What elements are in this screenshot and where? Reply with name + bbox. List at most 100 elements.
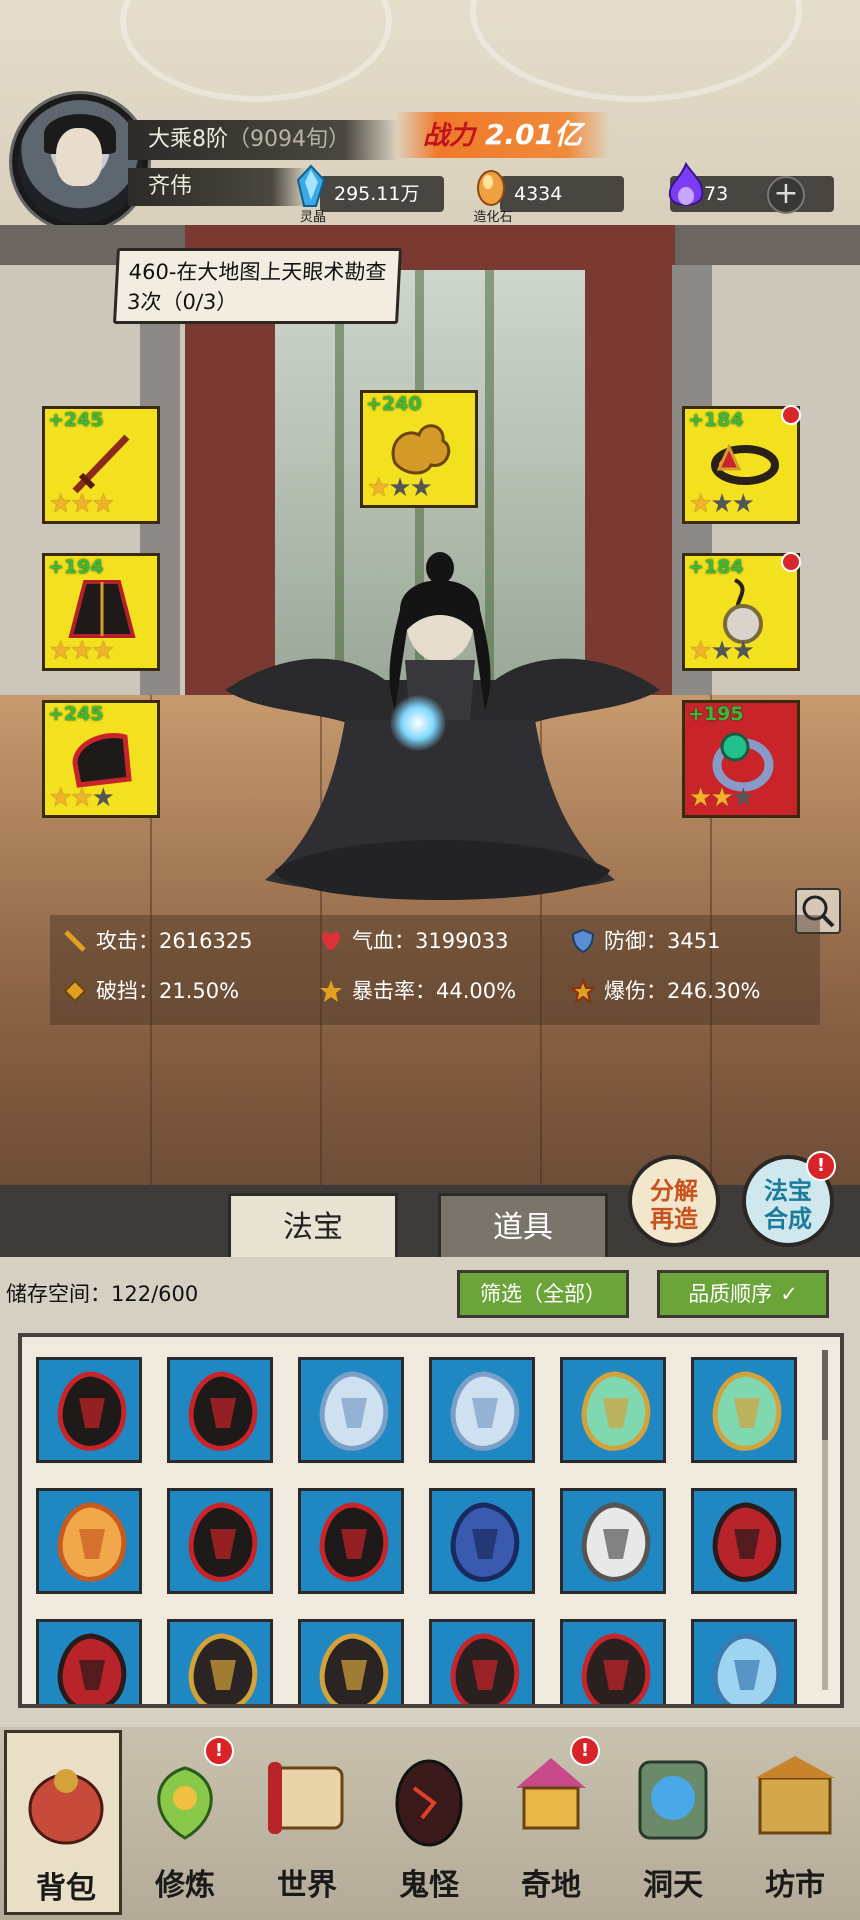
nav-item-pagoda[interactable]: 奇地! [492, 1730, 610, 1915]
red-robe-icon [319, 1502, 389, 1582]
dark-boots-icon [581, 1633, 651, 1704]
star-empty-icon: ★ [710, 636, 733, 666]
inventory-item[interactable] [429, 1488, 535, 1594]
inventory-item[interactable] [298, 1488, 404, 1594]
inventory-item[interactable] [36, 1619, 142, 1704]
equip-slot-robe[interactable]: +194 ★★★ [42, 553, 160, 671]
stat-break-block: 破挡：21.50% [62, 973, 239, 1009]
inventory-item[interactable] [691, 1619, 797, 1704]
bag-icon [28, 1769, 104, 1845]
cloud-decoration [470, 0, 802, 102]
crit-damage-icon [570, 978, 596, 1004]
nav-item-bag[interactable]: 背包 [4, 1730, 122, 1915]
tab-magic-treasure[interactable]: 法宝 [228, 1193, 398, 1257]
slot-bonus: +195 [688, 703, 744, 725]
resource-purple-flame[interactable]: 73 [668, 162, 834, 212]
stat-label: 防御： [604, 929, 667, 953]
power-label: 战力 [422, 121, 475, 151]
crystal-boots-icon [712, 1633, 782, 1704]
stat-value: 44.00% [436, 979, 517, 1003]
stat-label: 攻击： [96, 929, 159, 953]
inventory-item[interactable] [298, 1619, 404, 1704]
stats-panel: 攻击：2616325 气血：3199033 防御：3451 破挡：21.50% … [50, 915, 820, 1025]
star-empty-icon: ★ [91, 783, 115, 813]
nav-label: 背包 [36, 1871, 96, 1906]
notification-dot [781, 405, 801, 425]
equip-slot-weapon[interactable]: +245 ★★★ [42, 406, 160, 524]
ice-sword-icon [450, 1371, 520, 1451]
stat-label: 破挡： [96, 979, 159, 1003]
alert-badge: ! [204, 1736, 234, 1766]
equip-slot-boots[interactable]: +245 ★★★ [42, 700, 160, 818]
synthesize-button[interactable]: 法宝合成 ! [742, 1151, 836, 1247]
slot-bonus: +245 [48, 703, 104, 725]
inventory-item[interactable] [298, 1357, 404, 1463]
quest-banner[interactable]: 460-在大地图上天眼术勘查3次（0/3） [113, 248, 402, 324]
equip-slot-headband[interactable]: +184 ★★★ [682, 405, 801, 524]
nav-item-lotus[interactable]: 修炼! [126, 1730, 244, 1915]
jade-fan-icon [581, 1371, 651, 1451]
star-rating: ★★★ [689, 636, 755, 666]
star-rating: ★★★ [49, 636, 115, 666]
dark-gauntlet-icon [57, 1371, 127, 1451]
star-filled-icon: ★ [49, 783, 72, 813]
star-filled-icon: ★ [70, 636, 93, 666]
stat-value: 3451 [667, 929, 721, 953]
inventory-item[interactable] [691, 1488, 797, 1594]
equip-slot-ring[interactable]: +195 ★★★ [682, 700, 800, 818]
inventory-item[interactable] [36, 1357, 142, 1463]
red-helm-icon [57, 1633, 127, 1704]
inventory-item[interactable] [167, 1488, 273, 1594]
stat-value: 2616325 [159, 929, 253, 953]
slot-bonus: +194 [48, 556, 104, 578]
add-resource-button[interactable]: + [767, 176, 805, 214]
equip-slot-pendant[interactable]: +184 ★★★ [682, 552, 801, 671]
slot-bonus: +184 [688, 409, 744, 431]
inventory-item[interactable] [167, 1619, 273, 1704]
nav-label: 鬼怪 [399, 1868, 459, 1903]
inventory-item[interactable] [429, 1357, 535, 1463]
inventory-item[interactable] [429, 1619, 535, 1704]
purple-flame-icon [668, 162, 704, 206]
sort-dropdown[interactable]: 品质顺序 ✓ [657, 1270, 829, 1318]
nav-item-scroll-map[interactable]: 世界 [248, 1730, 366, 1915]
resource-creation-stone[interactable]: 造化石 4334 [473, 170, 624, 225]
star-rating: ★★★ [49, 489, 115, 519]
inventory-item[interactable] [167, 1357, 273, 1463]
scrollbar-thumb[interactable] [822, 1350, 828, 1440]
star-filled-icon: ★ [367, 473, 390, 503]
inventory-item[interactable] [560, 1357, 666, 1463]
star-filled-icon: ★ [49, 636, 72, 666]
inventory-item[interactable] [560, 1619, 666, 1704]
star-rating: ★★★ [689, 489, 755, 519]
stat-label: 气血： [352, 929, 415, 953]
star-filled-icon: ★ [49, 489, 72, 519]
nav-item-market[interactable]: 坊市 [736, 1730, 854, 1915]
stat-attack: 攻击：2616325 [62, 923, 253, 959]
decompose-button[interactable]: 分解再造 [628, 1155, 720, 1247]
inventory-item[interactable] [36, 1488, 142, 1594]
slot-bonus: +245 [48, 409, 104, 431]
resource-spirit-crystal[interactable]: 灵晶 295.11万 [296, 164, 444, 225]
filter-button[interactable]: 筛选（全部） [457, 1270, 629, 1318]
sort-label: 品质顺序 [688, 1282, 773, 1306]
player-avatar[interactable] [12, 94, 148, 230]
stat-value: 3199033 [415, 929, 509, 953]
tab-items[interactable]: 道具 [438, 1193, 608, 1257]
star-filled-icon: ★ [689, 489, 712, 519]
inventory-grid[interactable] [18, 1333, 844, 1708]
realm-plate: 大乘8阶（9094旬） [128, 120, 398, 160]
storage-capacity: 储存空间：122/600 [6, 1278, 198, 1308]
synthesize-label: 法宝合成 [764, 1177, 812, 1233]
power-value: 2.01亿 [484, 118, 583, 151]
nav-label: 修炼 [155, 1868, 215, 1903]
star-empty-icon: ★ [731, 636, 755, 666]
nav-item-portal[interactable]: 洞天 [614, 1730, 732, 1915]
nav-item-demon-egg[interactable]: 鬼怪 [370, 1730, 488, 1915]
inventory-item[interactable] [691, 1357, 797, 1463]
crit-icon [320, 980, 342, 1002]
break-icon [63, 979, 87, 1003]
inventory-item[interactable] [560, 1488, 666, 1594]
dark-boots-icon [450, 1633, 520, 1704]
equip-slot-talisman[interactable]: +240 ★★★ [360, 390, 478, 508]
